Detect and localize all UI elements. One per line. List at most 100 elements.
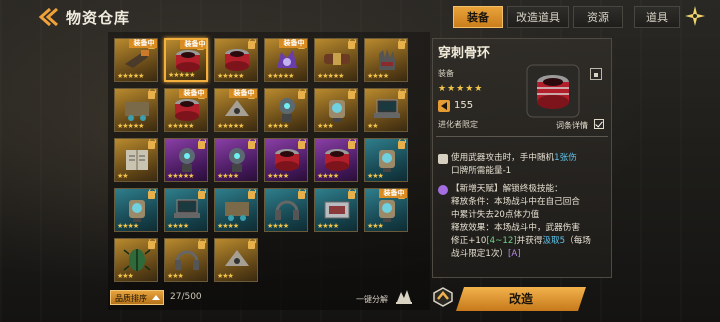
inventory-slot[interactable]: ★★★ <box>164 238 208 282</box>
tab-equipment[interactable]: 装备 <box>453 6 503 28</box>
inventory-count: 27/500 <box>170 292 202 302</box>
inventory-slot[interactable]: ★★ <box>364 88 408 132</box>
inventory-slot[interactable]: ★★★★★ <box>114 88 158 132</box>
equipped-badge: 装备中 <box>129 39 157 48</box>
effect2-line4: 释放效果：本场战斗中，武器伤害 <box>451 223 580 233</box>
inventory-slot[interactable]: ★★★★ <box>114 188 158 232</box>
lock-toggle-icon[interactable] <box>590 68 602 80</box>
item-stars: ★★★★★ <box>438 84 484 94</box>
inventory-slot[interactable]: 装备中 ★★★★★ <box>164 88 208 132</box>
equipped-badge: 装备中 <box>229 89 257 98</box>
tab-items[interactable]: 道具 <box>634 6 680 28</box>
entry-detail-label: 词条详情 <box>556 121 588 130</box>
lock-icon <box>348 89 356 99</box>
slot-stars: ★★★ <box>167 272 184 280</box>
inventory-slot[interactable]: 装备中 ★★★★★ <box>214 88 258 132</box>
lock-icon <box>348 39 356 49</box>
slot-stars: ★★★★ <box>117 222 139 230</box>
inventory-slot[interactable]: ★★★★ <box>214 138 258 182</box>
equipped-badge: 装备中 <box>180 40 206 49</box>
inventory-slot[interactable]: ★★★ <box>214 238 258 282</box>
inventory-slot[interactable]: 装备中 ★★★★★ <box>164 38 208 82</box>
effect2-line1: 【新增天赋】解锁终极技能： <box>451 184 563 194</box>
quality-sort-button[interactable]: 品质排序 <box>110 290 164 305</box>
lock-icon <box>248 189 256 199</box>
effect2-line6: 战斗限定1次）[A] <box>451 249 521 259</box>
slot-stars: ★★★★ <box>317 222 339 230</box>
back-arrow-icon <box>38 7 58 27</box>
weapon-effect-icon <box>438 154 448 164</box>
lock-icon <box>148 139 156 149</box>
slot-stars: ★★★★★ <box>217 72 244 80</box>
slot-stars: ★★★ <box>117 272 134 280</box>
inventory-slot[interactable]: ★★★ <box>314 88 358 132</box>
slot-stars: ★★★★ <box>167 222 189 230</box>
inventory-slot[interactable]: ★★★★ <box>214 188 258 232</box>
inventory-slot[interactable]: ★★★★ <box>264 88 308 132</box>
slot-stars: ★★★★★ <box>117 122 144 130</box>
chevron-up-icon <box>152 295 160 300</box>
inventory-slot[interactable]: ★★★★★ <box>314 38 358 82</box>
slot-stars: ★★★★★ <box>267 72 294 80</box>
slot-stars: ★★★★ <box>317 172 339 180</box>
slot-stars: ★★★★ <box>267 122 289 130</box>
inventory-slot[interactable]: ★★★★ <box>264 138 308 182</box>
slot-stars: ★★★ <box>367 222 384 230</box>
decompose-label: 一键分解 <box>356 295 388 304</box>
upgrade-button[interactable]: 改造 <box>456 287 586 311</box>
slot-stars: ★★★ <box>217 272 234 280</box>
page-title: 物资仓库 <box>66 9 131 27</box>
spark-menu-icon[interactable] <box>682 4 708 28</box>
slot-stars: ★★★★★ <box>117 72 144 80</box>
equipped-badge: 装备中 <box>179 89 207 98</box>
entry-detail-checkbox[interactable] <box>594 119 604 129</box>
effect2-line5: 修正+10[4~12]并获得汲取5（每场 <box>451 236 591 246</box>
slot-stars: ★★★ <box>367 172 384 180</box>
lock-icon <box>248 239 256 249</box>
slot-stars: ★★★★★ <box>167 172 194 180</box>
header-bar: 物资仓库 装备 改造道具 资源 道具 <box>0 0 720 32</box>
lock-icon <box>398 39 406 49</box>
slot-stars: ★★★★★ <box>168 71 195 79</box>
slot-stars: ★★★★ <box>217 172 239 180</box>
lock-icon <box>398 89 406 99</box>
equipped-badge: 装备中 <box>279 39 307 48</box>
inventory-slot[interactable]: ★★★★ <box>164 188 208 232</box>
lock-icon <box>298 89 306 99</box>
tab-upgrade-items[interactable]: 改造道具 <box>507 6 569 28</box>
inventory-slot[interactable]: ★★★ <box>114 238 158 282</box>
tab-resources[interactable]: 资源 <box>573 6 623 28</box>
power-icon <box>438 100 450 112</box>
inventory-slot[interactable]: ★★★★ <box>314 138 358 182</box>
inventory-slot[interactable]: ★★★★ <box>364 38 408 82</box>
bracelet-icon <box>526 64 580 118</box>
slot-stars: ★★★★ <box>367 72 389 80</box>
effect1-line2: 口牌所需能量-1 <box>451 166 512 176</box>
effect2-line3: 中累计失去20点体力值 <box>451 210 540 220</box>
inventory-slot[interactable]: ★★ <box>114 138 158 182</box>
lock-icon <box>198 139 206 149</box>
inventory-slot[interactable]: ★★★★★ <box>214 38 258 82</box>
slot-stars: ★★ <box>117 172 129 180</box>
slot-stars: ★★★★★ <box>317 72 344 80</box>
effect1-line1: 使用武器攻击时，手中随机1张伤 <box>451 153 577 163</box>
back-button[interactable] <box>36 6 60 28</box>
lock-icon <box>148 89 156 99</box>
inventory-slot[interactable]: 装备中 ★★★★★ <box>114 38 158 82</box>
slot-stars: ★★★★ <box>267 172 289 180</box>
inventory-slot[interactable]: ★★★★ <box>314 188 358 232</box>
inventory-slot[interactable]: ★★★★★ <box>164 138 208 182</box>
inventory-slot[interactable]: 装备中 ★★★ <box>364 188 408 232</box>
lock-icon <box>248 139 256 149</box>
decompose-icon[interactable] <box>394 286 414 306</box>
effect2-line2: 释放条件：本场战斗中在自己回合 <box>451 197 580 207</box>
inventory-slot[interactable]: ★★★ <box>364 138 408 182</box>
slot-stars: ★★★★★ <box>167 122 194 130</box>
slot-stars: ★★★★★ <box>217 122 244 130</box>
inventory-slot[interactable]: ★★★★ <box>264 188 308 232</box>
item-restriction: 进化者限定 <box>438 120 478 129</box>
slot-stars: ★★ <box>367 122 379 130</box>
lock-icon <box>298 139 306 149</box>
inventory-slot[interactable]: 装备中 ★★★★★ <box>264 38 308 82</box>
slot-stars: ★★★ <box>317 122 334 130</box>
